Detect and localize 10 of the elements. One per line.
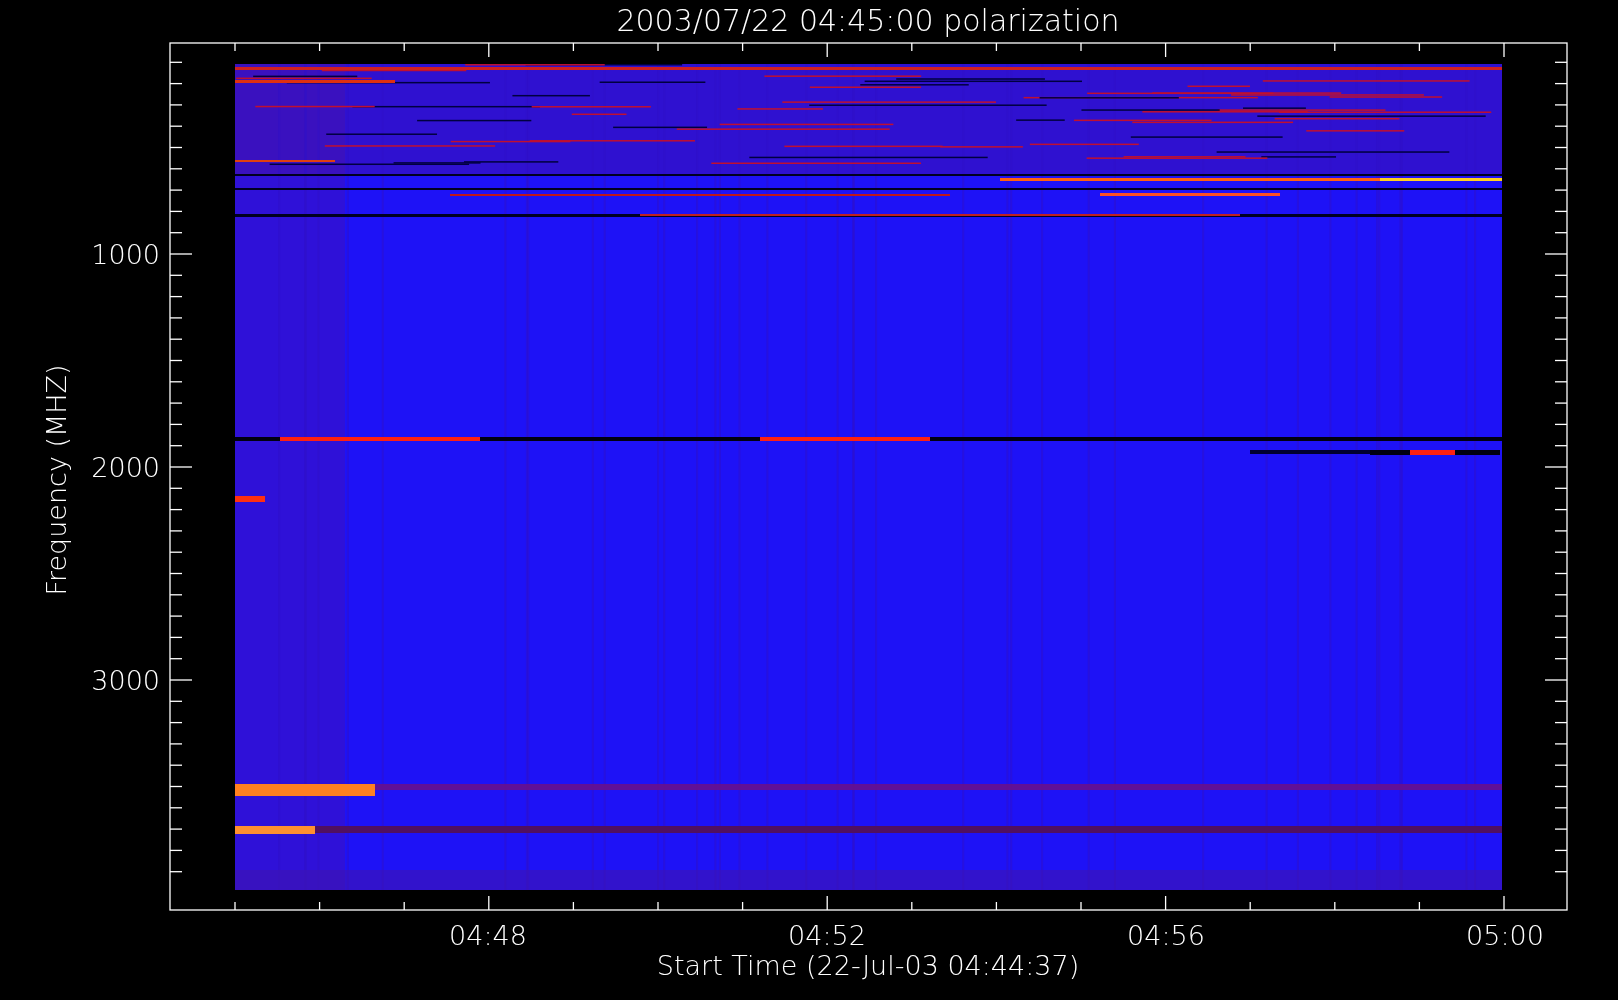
- tick-label: 05:00: [1466, 920, 1544, 951]
- axis-label: Start Time (22-Jul-03 04:44:37): [656, 950, 1080, 981]
- axis-label: Frequency (MHZ): [41, 364, 72, 596]
- tick-label: 3000: [91, 665, 160, 696]
- plot-title: 2003/07/22 04:45:00 polarization: [616, 3, 1120, 38]
- tick-label: 2000: [91, 452, 160, 483]
- tick-label: 04:48: [449, 920, 527, 951]
- tick-label: 04:56: [1127, 920, 1205, 951]
- tick-label: 1000: [91, 239, 160, 270]
- tick-label: 04:52: [788, 920, 866, 951]
